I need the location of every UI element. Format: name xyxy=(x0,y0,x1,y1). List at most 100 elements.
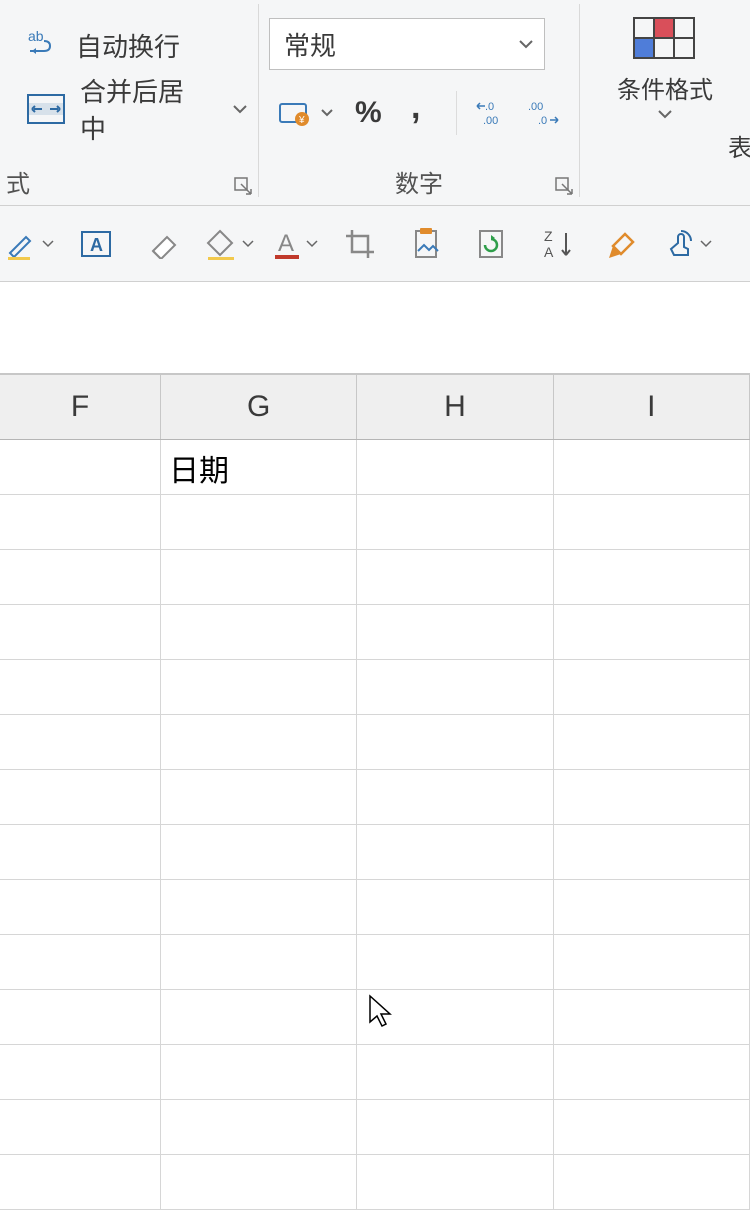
paste-image-button[interactable] xyxy=(402,220,450,268)
cell-H6[interactable] xyxy=(357,715,553,770)
cell-F5[interactable] xyxy=(0,660,161,715)
svg-text:.0: .0 xyxy=(485,101,494,113)
decrease-decimal-button[interactable]: .00 .0 xyxy=(518,90,569,136)
cell-F1[interactable] xyxy=(0,440,161,495)
format-painter-button[interactable] xyxy=(600,220,648,268)
cell-G14[interactable] xyxy=(161,1155,357,1210)
svg-text:.00: .00 xyxy=(483,115,498,127)
sort-button[interactable]: ZA xyxy=(534,220,582,268)
cell-H3[interactable] xyxy=(357,550,553,605)
currency-button[interactable]: ¥ xyxy=(269,90,320,136)
currency-dropdown-icon[interactable] xyxy=(320,108,334,118)
grid-row xyxy=(0,770,750,825)
font-color-button[interactable]: A xyxy=(272,227,318,261)
alignment-group-label: 式 xyxy=(0,164,258,199)
column-header-H[interactable]: H xyxy=(357,375,553,439)
cell-F6[interactable] xyxy=(0,715,161,770)
cell-H10[interactable] xyxy=(357,935,553,990)
cell-I1[interactable] xyxy=(554,440,750,495)
grid-row xyxy=(0,1100,750,1155)
refresh-button[interactable] xyxy=(468,220,516,268)
cell-H7[interactable] xyxy=(357,770,553,825)
cell-I8[interactable] xyxy=(554,825,750,880)
cell-H8[interactable] xyxy=(357,825,553,880)
cell-H11[interactable] xyxy=(357,990,553,1045)
cell-F9[interactable] xyxy=(0,880,161,935)
cell-G2[interactable] xyxy=(161,495,357,550)
cell-H13[interactable] xyxy=(357,1100,553,1155)
cell-F3[interactable] xyxy=(0,550,161,605)
cell-H1[interactable] xyxy=(357,440,553,495)
conditional-format-button[interactable]: 条件格式 xyxy=(617,10,713,119)
cell-G5[interactable] xyxy=(161,660,357,715)
cell-F12[interactable] xyxy=(0,1045,161,1100)
merge-center-icon xyxy=(26,93,66,125)
number-dialog-launcher[interactable] xyxy=(555,177,575,197)
cell-F10[interactable] xyxy=(0,935,161,990)
chevron-down-icon xyxy=(657,109,673,119)
cell-I9[interactable] xyxy=(554,880,750,935)
cell-I6[interactable] xyxy=(554,715,750,770)
cell-G12[interactable] xyxy=(161,1045,357,1100)
ribbon: ab 自动换行 合并后居中 式 xyxy=(0,0,750,206)
comma-button[interactable]: , xyxy=(395,90,446,136)
number-group: 常规 ¥ % , xyxy=(259,0,579,205)
cell-F13[interactable] xyxy=(0,1100,161,1155)
alignment-dialog-launcher[interactable] xyxy=(234,177,254,197)
chevron-down-icon xyxy=(700,240,712,248)
number-format-value: 常规 xyxy=(284,26,336,63)
cell-F11[interactable] xyxy=(0,990,161,1045)
cell-H4[interactable] xyxy=(357,605,553,660)
wrap-text-button[interactable]: ab 自动换行 xyxy=(26,20,248,70)
cell-I12[interactable] xyxy=(554,1045,750,1100)
cell-G9[interactable] xyxy=(161,880,357,935)
number-format-select[interactable]: 常规 xyxy=(269,18,545,70)
highlighter-button[interactable] xyxy=(4,227,54,261)
cell-I10[interactable] xyxy=(554,935,750,990)
column-header-G[interactable]: G xyxy=(161,375,357,439)
chevron-down-icon xyxy=(518,39,534,49)
cell-F4[interactable] xyxy=(0,605,161,660)
column-header-I[interactable]: I xyxy=(554,375,750,439)
cell-F2[interactable] xyxy=(0,495,161,550)
cell-G6[interactable] xyxy=(161,715,357,770)
percent-button[interactable]: % xyxy=(344,90,395,136)
cell-I5[interactable] xyxy=(554,660,750,715)
cell-H14[interactable] xyxy=(357,1155,553,1210)
cell-G4[interactable] xyxy=(161,605,357,660)
cell-I11[interactable] xyxy=(554,990,750,1045)
cell-H9[interactable] xyxy=(357,880,553,935)
cell-H2[interactable] xyxy=(357,495,553,550)
cell-I4[interactable] xyxy=(554,605,750,660)
cell-F8[interactable] xyxy=(0,825,161,880)
cell-I13[interactable] xyxy=(554,1100,750,1155)
cell-G11[interactable] xyxy=(161,990,357,1045)
crop-button[interactable] xyxy=(336,220,384,268)
cell-G13[interactable] xyxy=(161,1100,357,1155)
cell-G7[interactable] xyxy=(161,770,357,825)
column-header-F[interactable]: F xyxy=(0,375,161,439)
touch-mode-button[interactable] xyxy=(666,227,712,261)
merge-center-label: 合并后居中 xyxy=(80,72,208,146)
cell-I14[interactable] xyxy=(554,1155,750,1210)
cell-F7[interactable] xyxy=(0,770,161,825)
svg-text:ab: ab xyxy=(28,28,44,44)
merge-center-button[interactable]: 合并后居中 xyxy=(26,84,248,134)
chevron-down-icon xyxy=(42,240,54,248)
cell-I3[interactable] xyxy=(554,550,750,605)
cell-F14[interactable] xyxy=(0,1155,161,1210)
cell-G3[interactable] xyxy=(161,550,357,605)
cell-I7[interactable] xyxy=(554,770,750,825)
merge-dropdown-icon[interactable] xyxy=(232,104,248,114)
cell-H12[interactable] xyxy=(357,1045,553,1100)
fill-color-button[interactable] xyxy=(204,227,254,261)
eraser-button[interactable] xyxy=(138,220,186,268)
increase-decimal-button[interactable]: .0 .00 xyxy=(467,90,518,136)
cell-G10[interactable] xyxy=(161,935,357,990)
cell-G8[interactable] xyxy=(161,825,357,880)
text-box-button[interactable]: A xyxy=(72,220,120,268)
cell-I2[interactable] xyxy=(554,495,750,550)
cell-G1[interactable]: 日期 xyxy=(161,440,357,495)
grid-row xyxy=(0,495,750,550)
cell-H5[interactable] xyxy=(357,660,553,715)
